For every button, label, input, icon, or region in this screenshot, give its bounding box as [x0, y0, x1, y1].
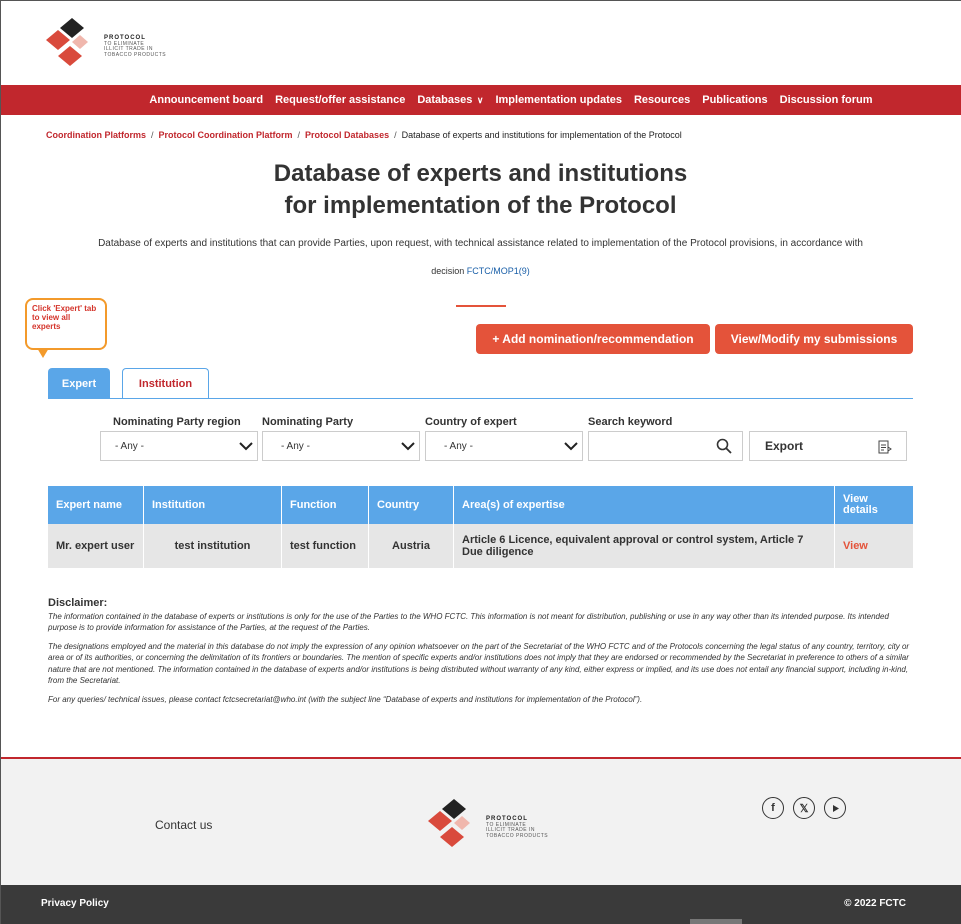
keyword-filter-label: Search keyword	[588, 416, 673, 428]
export-label: Export	[765, 439, 804, 453]
country-select-value: - Any -	[444, 440, 473, 452]
disclaimer: Disclaimer: The information contained in…	[48, 597, 913, 712]
col-country[interactable]: Country	[369, 486, 454, 524]
x-icon[interactable]: 𝕏	[793, 797, 815, 819]
cell-expert-name: Mr. expert user	[48, 524, 144, 568]
callout-tail	[37, 348, 49, 358]
horizontal-scrollbar[interactable]	[690, 919, 742, 924]
export-button[interactable]: Export	[749, 431, 907, 461]
copyright: © 2022 FCTC	[844, 898, 906, 909]
disclaimer-heading: Disclaimer:	[48, 597, 108, 609]
add-nomination-button[interactable]: + Add nomination/recommendation	[476, 324, 710, 354]
chevron-down-icon: ∨	[474, 95, 484, 105]
privacy-policy-link[interactable]: Privacy Policy	[41, 898, 109, 909]
table-header: Expert name Institution Function Country…	[48, 486, 913, 524]
page-title: Database of experts and institutions for…	[273, 160, 688, 219]
view-details-link[interactable]: View	[843, 540, 868, 552]
cell-view: View	[835, 524, 913, 568]
decision-link[interactable]: FCTC/MOP1(9)	[467, 266, 530, 276]
main-nav: Announcement board Request/offer assista…	[1, 85, 961, 115]
region-select[interactable]: - Any -	[100, 431, 258, 461]
title-divider	[456, 305, 506, 307]
breadcrumb-protocol-databases[interactable]: Protocol Databases	[305, 130, 389, 140]
nav-discussion-forum[interactable]: Discussion forum	[780, 94, 873, 106]
facebook-icon[interactable]: f	[762, 797, 784, 819]
breadcrumb-protocol-coordination-platform[interactable]: Protocol Coordination Platform	[159, 130, 293, 140]
party-select-value: - Any -	[281, 440, 310, 452]
experts-table: Expert name Institution Function Country…	[48, 486, 913, 568]
youtube-icon[interactable]	[824, 797, 846, 819]
col-expert-name[interactable]: Expert name	[48, 486, 144, 524]
table-row: Mr. expert user test institution test fu…	[48, 524, 913, 568]
bottom-bar: Privacy Policy © 2022 FCTC	[1, 885, 961, 924]
country-filter-label: Country of expert	[425, 416, 517, 428]
disclaimer-paragraph-2: The designations employed and the materi…	[48, 641, 910, 686]
nav-databases[interactable]: Databases ∨	[417, 94, 483, 106]
nav-resources[interactable]: Resources	[634, 94, 690, 106]
expert-tab-callout: Click 'Expert' tab to view all experts	[25, 298, 107, 350]
tab-expert[interactable]: Expert	[48, 368, 110, 399]
logo-diamonds-icon	[46, 18, 88, 66]
disclaimer-paragraph-1: The information contained in the databas…	[48, 611, 889, 633]
tabs-underline	[48, 398, 913, 399]
nav-request-offer-assistance[interactable]: Request/offer assistance	[275, 94, 405, 106]
site-logo[interactable]: PROTOCOL TO ELIMINATE ILLICIT TRADE IN T…	[36, 16, 176, 78]
country-select[interactable]: - Any -	[425, 431, 583, 461]
page-intro-decision: decision FCTC/MOP1(9)	[431, 266, 530, 276]
view-modify-submissions-button[interactable]: View/Modify my submissions	[715, 324, 913, 354]
breadcrumb-current: Database of experts and institutions for…	[401, 130, 682, 140]
col-institution[interactable]: Institution	[144, 486, 282, 524]
cell-country: Austria	[369, 524, 454, 568]
cell-institution: test institution	[144, 524, 282, 568]
cell-areas: Article 6 Licence, equivalent approval o…	[454, 524, 835, 568]
col-view-details: View details	[843, 493, 878, 516]
cell-function: test function	[282, 524, 369, 568]
col-areas-of-expertise[interactable]: Area(s) of expertise	[454, 486, 835, 524]
logo-diamonds-icon	[428, 799, 470, 847]
tab-institution[interactable]: Institution	[122, 368, 209, 399]
chevron-down-icon	[397, 441, 419, 451]
footer-logo[interactable]: PROTOCOL TO ELIMINATE ILLICIT TRADE IN T…	[418, 797, 558, 859]
export-icon	[878, 440, 892, 458]
breadcrumb: Coordination Platforms / Protocol Coordina…	[46, 130, 682, 140]
nav-publications[interactable]: Publications	[702, 94, 767, 106]
keyword-search-input[interactable]	[588, 431, 743, 461]
logo-text: PROTOCOL TO ELIMINATE ILLICIT TRADE IN T…	[104, 35, 167, 58]
chevron-down-icon	[560, 441, 582, 451]
contact-us-link[interactable]: Contact us	[155, 818, 212, 832]
nav-implementation-updates[interactable]: Implementation updates	[495, 94, 622, 106]
disclaimer-paragraph-3: For any queries/ technical issues, pleas…	[48, 694, 643, 704]
party-filter-label: Nominating Party	[262, 416, 354, 428]
breadcrumb-coordination-platforms[interactable]: Coordination Platforms	[46, 130, 146, 140]
search-icon[interactable]	[716, 438, 732, 459]
footer-logo-text: PROTOCOL TO ELIMINATE ILLICIT TRADE IN T…	[486, 816, 549, 839]
page-intro: Database of experts and institutions tha…	[98, 238, 863, 249]
col-function[interactable]: Function	[282, 486, 369, 524]
nav-announcement-board[interactable]: Announcement board	[149, 94, 263, 106]
region-filter-label: Nominating Party region	[113, 416, 241, 428]
party-select[interactable]: - Any -	[262, 431, 420, 461]
chevron-down-icon	[235, 441, 257, 451]
region-select-value: - Any -	[115, 440, 144, 452]
